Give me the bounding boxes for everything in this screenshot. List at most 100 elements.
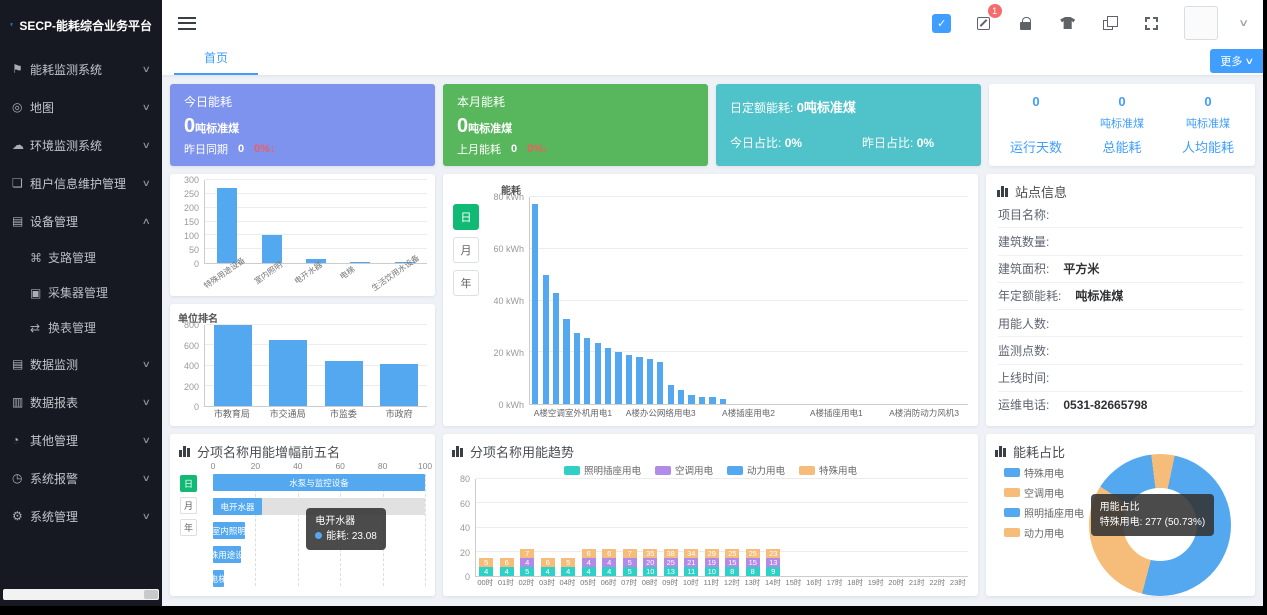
bar[interactable]	[380, 364, 418, 406]
bar-segment[interactable]: 20	[643, 558, 657, 567]
period-year-button[interactable]: 年	[180, 519, 197, 536]
sidebar-scrollbar[interactable]	[3, 589, 159, 600]
bar-segment[interactable]: 5	[623, 558, 637, 567]
bar[interactable]	[543, 275, 549, 404]
legend-item[interactable]: 特殊用电	[799, 463, 857, 477]
chevron-down-icon[interactable]	[1238, 18, 1249, 29]
stacked-bar[interactable]: 446	[602, 549, 616, 576]
bar[interactable]	[688, 395, 694, 404]
fullscreen-icon[interactable]	[1142, 13, 1162, 33]
bar-segment[interactable]: 35	[643, 549, 657, 558]
bar-segment[interactable]: 5	[561, 558, 575, 567]
hamburger-menu-icon[interactable]	[178, 17, 196, 30]
bar-segment[interactable]: 34	[684, 549, 698, 558]
stacked-bar[interactable]: 102035	[643, 549, 657, 576]
sidebar-item-data-monitor[interactable]: ▤数据监测∨	[0, 345, 162, 383]
sidebar-item-data-report[interactable]: ▥数据报表∨	[0, 383, 162, 421]
bar-segment[interactable]: 13	[766, 558, 780, 567]
bar[interactable]	[709, 397, 715, 404]
stacked-bar[interactable]: 91323	[766, 549, 780, 576]
sidebar-item-environment-monitor[interactable]: ☁环境监测系统∨	[0, 126, 162, 164]
tab-home[interactable]: 首页	[174, 49, 258, 75]
bar[interactable]	[595, 343, 601, 404]
bar[interactable]: 水泵与监控设备	[213, 474, 425, 491]
bar[interactable]	[699, 397, 705, 404]
bar-segment[interactable]: 25	[746, 549, 760, 558]
bar[interactable]	[647, 359, 653, 404]
bar-segment[interactable]: 4	[602, 558, 616, 567]
bar-segment[interactable]: 5	[520, 567, 534, 576]
bar[interactable]	[657, 362, 663, 404]
bar-segment[interactable]: 11	[684, 567, 698, 576]
bar[interactable]: 电梯	[213, 570, 224, 587]
period-month-button[interactable]: 月	[180, 497, 197, 514]
sidebar-item-energy-monitor[interactable]: ⚑能耗监测系统∨	[0, 50, 162, 88]
bar-segment[interactable]: 4	[479, 567, 493, 576]
bar[interactable]	[636, 357, 642, 404]
user-avatar[interactable]	[1184, 6, 1218, 40]
bar[interactable]	[605, 348, 611, 404]
legend-item[interactable]: 动力用电	[1004, 525, 1084, 540]
bar-segment[interactable]: 4	[561, 567, 575, 576]
bar-segment[interactable]: 5	[479, 558, 493, 567]
bar-segment[interactable]: 4	[520, 558, 534, 567]
bar-segment[interactable]: 13	[664, 567, 678, 576]
sidebar-item-branch-management[interactable]: ⌘支路管理	[0, 240, 162, 275]
bar-segment[interactable]: 6	[602, 549, 616, 558]
bar[interactable]: 电开水器	[213, 498, 262, 515]
bar-segment[interactable]: 5	[623, 567, 637, 576]
legend-item[interactable]: 特殊用电	[1004, 465, 1084, 480]
bar-segment[interactable]: 7	[520, 549, 534, 558]
bar[interactable]	[574, 333, 580, 404]
legend-item[interactable]: 照明插座用电	[1004, 505, 1084, 520]
bar[interactable]	[626, 355, 632, 404]
bar-segment[interactable]: 6	[500, 558, 514, 567]
sidebar-item-system-management[interactable]: ⚙系统管理∨	[0, 497, 162, 535]
bar-segment[interactable]: 4	[582, 558, 596, 567]
stacked-bar[interactable]: 45	[561, 558, 575, 576]
stacked-bar[interactable]: 81525	[746, 549, 760, 576]
bar-segment[interactable]: 21	[684, 558, 698, 567]
legend-item[interactable]: 空调用电	[1004, 485, 1084, 500]
bar-segment[interactable]: 8	[725, 567, 739, 576]
stacked-bar[interactable]: 547	[520, 549, 534, 576]
legend-item[interactable]: 照明插座用电	[564, 463, 641, 477]
bar-segment[interactable]: 15	[746, 558, 760, 567]
more-button[interactable]: 更多	[1210, 49, 1263, 73]
bar-segment[interactable]: 7	[623, 549, 637, 558]
bar[interactable]	[563, 319, 569, 404]
bar-segment[interactable]: 38	[664, 549, 678, 558]
bar[interactable]	[615, 352, 621, 404]
period-month-button[interactable]: 月	[453, 237, 479, 263]
scrollbar-thumb[interactable]	[144, 590, 158, 599]
bar[interactable]	[584, 338, 590, 404]
sidebar-item-other-management[interactable]: ◔其他管理∨	[0, 421, 162, 459]
bar-segment[interactable]: 10	[705, 567, 719, 576]
bar[interactable]	[325, 361, 363, 406]
bar-segment[interactable]: 10	[643, 567, 657, 576]
bar[interactable]	[532, 204, 538, 404]
stacked-bar[interactable]: 132538	[664, 549, 678, 576]
stacked-bar[interactable]: 101929	[705, 549, 719, 576]
bar-segment[interactable]: 15	[725, 558, 739, 567]
bar-segment[interactable]: 4	[602, 567, 616, 576]
sidebar-item-map[interactable]: ◎地图∨	[0, 88, 162, 126]
bar-segment[interactable]: 25	[725, 549, 739, 558]
stacked-bar[interactable]: 557	[623, 549, 637, 576]
period-year-button[interactable]: 年	[453, 270, 479, 296]
sidebar-item-collector-management[interactable]: ▣采集器管理	[0, 275, 162, 310]
legend-item[interactable]: 动力用电	[727, 463, 785, 477]
lock-icon[interactable]	[1016, 13, 1036, 33]
stacked-bar[interactable]: 46	[541, 558, 555, 576]
bar-segment[interactable]: 8	[746, 567, 760, 576]
stacked-bar[interactable]: 446	[582, 549, 596, 576]
bar[interactable]	[214, 325, 252, 406]
sidebar-item-system-alarm[interactable]: ◷系统报警∨	[0, 459, 162, 497]
legend-item[interactable]: 空调用电	[655, 463, 713, 477]
bar-segment[interactable]: 9	[766, 567, 780, 576]
bar-segment[interactable]: 6	[582, 549, 596, 558]
bar[interactable]: 特殊用途设备	[213, 546, 241, 563]
period-day-button[interactable]: 日	[180, 475, 197, 492]
collapse-panel-icon[interactable]	[932, 13, 952, 33]
sidebar-item-meter-swap[interactable]: ⇄换表管理	[0, 310, 162, 345]
